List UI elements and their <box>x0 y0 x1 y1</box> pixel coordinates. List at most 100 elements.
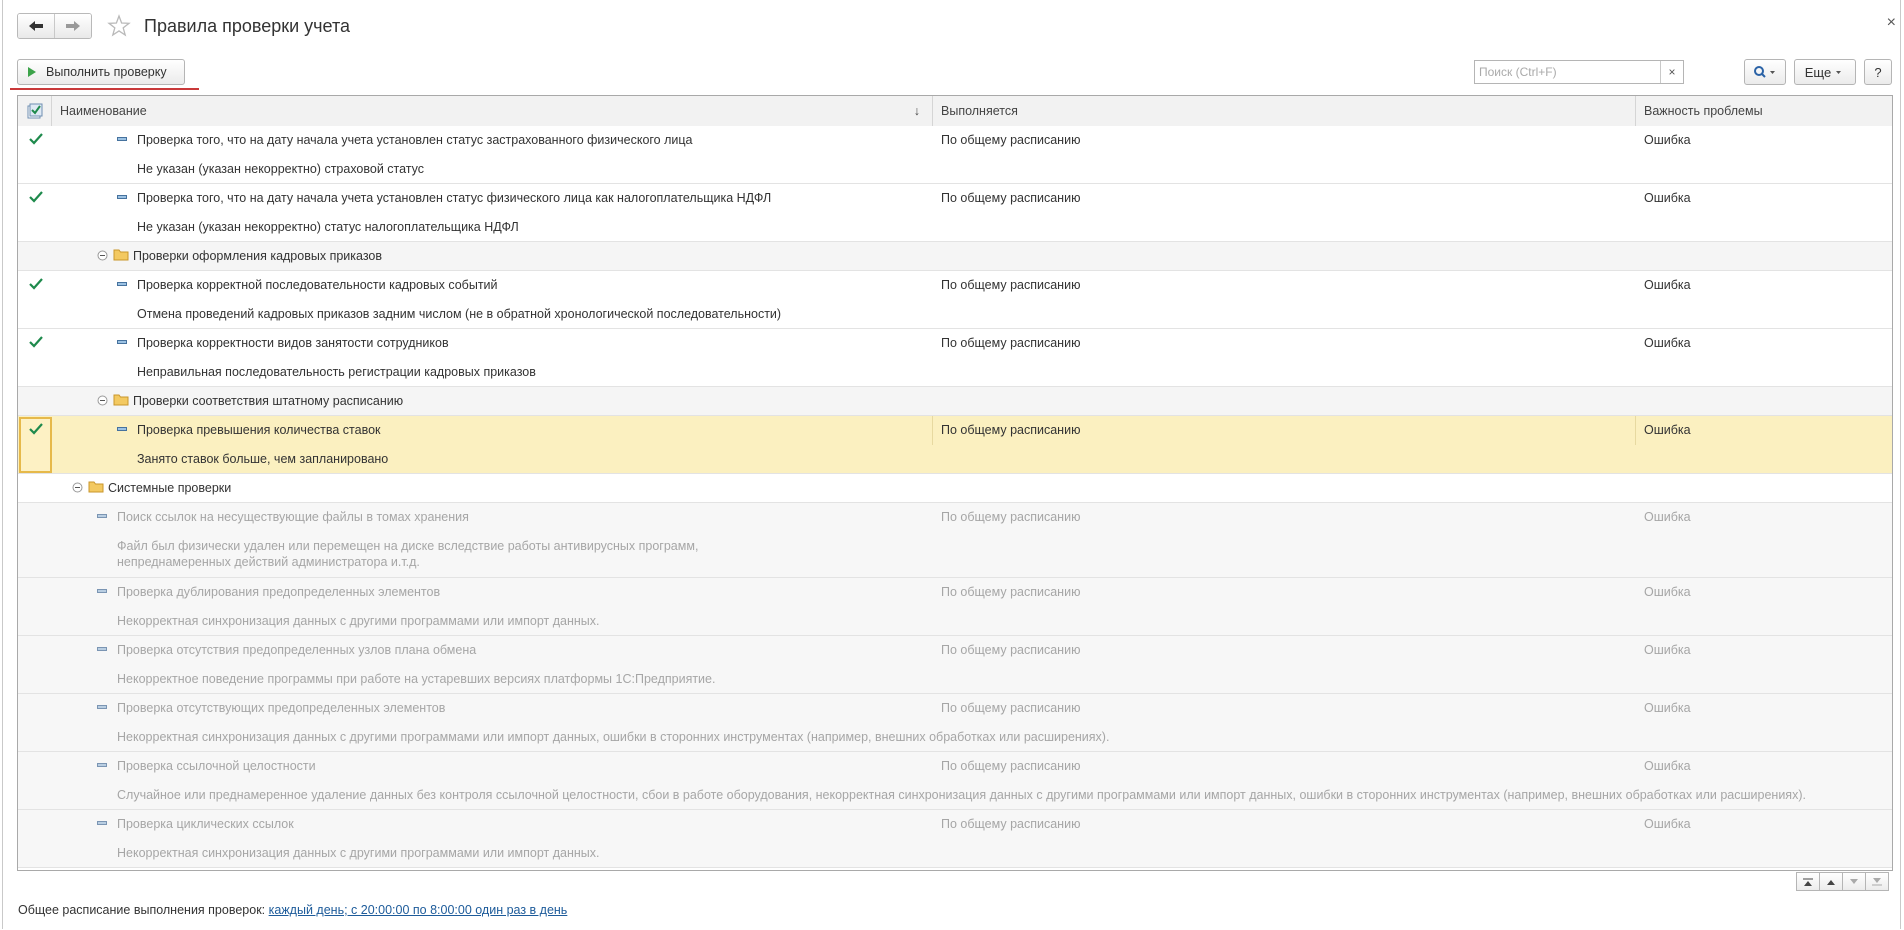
rule-description: Случайное или преднамеренное удаление да… <box>117 788 1806 802</box>
header-runs[interactable]: Выполняется <box>933 96 1636 126</box>
checkmark-icon[interactable] <box>28 277 44 294</box>
checkmark-icon[interactable] <box>28 132 44 149</box>
forward-button[interactable] <box>54 14 91 38</box>
schedule-label: Общее расписание выполнения проверок: <box>18 903 266 917</box>
checkmark-icon[interactable] <box>28 422 44 439</box>
rule-severity: Ошибка <box>1644 585 1691 599</box>
rule-icon <box>117 427 127 431</box>
rule-name: Проверка циклических ссылок <box>117 817 294 831</box>
group-row[interactable]: Проверки соответствия штатному расписани… <box>18 387 1892 416</box>
header-name[interactable]: Наименование ↓ <box>52 96 933 126</box>
column-separator <box>1635 416 1636 445</box>
double-up-icon <box>1803 878 1813 886</box>
favorite-star-icon[interactable] <box>106 13 132 39</box>
rule-row[interactable]: Проверка отсутствующих предопределенных … <box>18 694 1892 752</box>
sort-down-icon: ↓ <box>913 104 920 118</box>
rule-row[interactable]: Проверка дублирования предопределенных э… <box>18 578 1892 636</box>
collapse-icon[interactable] <box>97 250 108 264</box>
rules-table: Наименование ↓ Выполняется Важность проб… <box>17 95 1893 871</box>
rule-description: Файл был физически удален или перемещен … <box>117 539 699 553</box>
rule-description: Неправильная последовательность регистра… <box>137 365 536 379</box>
arrow-left-icon <box>29 21 43 31</box>
column-separator <box>932 416 933 445</box>
highlight-underline <box>10 88 199 90</box>
rule-row[interactable]: Проверка корректной последовательности к… <box>18 271 1892 329</box>
rule-row[interactable]: Проверка отсутствия предопределенных узл… <box>18 636 1892 694</box>
more-label: Еще <box>1804 64 1832 80</box>
rule-row[interactable]: Проверка корректности видов занятости со… <box>18 329 1892 387</box>
rule-schedule: По общему расписанию <box>941 759 1081 773</box>
run-check-button[interactable]: Выполнить проверку <box>17 59 185 85</box>
search-button[interactable] <box>1744 59 1786 85</box>
rule-name: Проверка отсутствующих предопределенных … <box>117 701 446 715</box>
rule-row[interactable]: Проверка того, что на дату начала учета … <box>18 184 1892 242</box>
folder-icon <box>88 480 104 496</box>
rule-schedule: По общему расписанию <box>941 510 1081 524</box>
rule-description: Некорректная синхронизация данных с друг… <box>117 730 1110 744</box>
folder-icon <box>113 248 129 264</box>
schedule-link[interactable]: каждый день; с 20:00:00 по 8:00:00 один … <box>269 903 568 917</box>
group-name: Проверки оформления кадровых приказов <box>133 249 383 263</box>
rule-name: Проверка отсутствия предопределенных узл… <box>117 643 477 657</box>
chevron-down-icon <box>1836 71 1842 74</box>
more-menu-button[interactable]: Еще <box>1794 59 1856 85</box>
rule-schedule: По общему расписанию <box>941 701 1081 715</box>
scroll-bottom-button[interactable] <box>1865 872 1889 891</box>
rule-name: Проверка корректной последовательности к… <box>137 278 498 292</box>
rule-name: Проверка того, что на дату начала учета … <box>137 133 693 147</box>
header-check-column[interactable] <box>18 96 52 126</box>
rule-severity: Ошибка <box>1644 759 1691 773</box>
rule-severity: Ошибка <box>1644 278 1691 292</box>
search-field[interactable]: Поиск (Ctrl+F) × <box>1474 60 1684 84</box>
rule-row[interactable]: Проверка циклических ссылок Некорректная … <box>18 810 1892 868</box>
scroll-up-button[interactable] <box>1819 872 1843 891</box>
rule-icon <box>117 340 127 344</box>
group-row[interactable]: Системные проверки <box>18 474 1892 503</box>
close-icon[interactable]: × <box>1887 14 1896 32</box>
rule-icon <box>117 137 127 141</box>
search-input[interactable]: Поиск (Ctrl+F) <box>1475 61 1660 83</box>
rule-severity: Ошибка <box>1644 336 1691 350</box>
double-down-icon <box>1872 877 1882 885</box>
scroll-top-button[interactable] <box>1796 872 1820 891</box>
rule-description: Некорректное поведение программы при раб… <box>117 672 716 686</box>
check-all-icon <box>27 103 43 119</box>
scroll-buttons <box>1796 872 1889 892</box>
checkmark-icon[interactable] <box>28 190 44 207</box>
play-icon <box>28 67 36 77</box>
back-button[interactable] <box>18 14 54 38</box>
checkmark-icon[interactable] <box>28 335 44 352</box>
group-row[interactable]: Проверки оформления кадровых приказов <box>18 242 1892 271</box>
search-icon <box>1754 66 1775 78</box>
rule-icon <box>97 821 107 825</box>
header-name-label: Наименование <box>60 104 147 118</box>
rule-row[interactable]: Проверка ссылочной целостности Случайное … <box>18 752 1892 810</box>
page-title: Правила проверки учета <box>144 15 351 36</box>
rule-name: Проверка корректности видов занятости со… <box>137 336 449 350</box>
rule-description: Некорректная синхронизация данных с друг… <box>117 614 600 628</box>
collapse-icon[interactable] <box>97 395 108 409</box>
rule-row[interactable]: Проверка превышения количества ставок Зан… <box>18 416 1892 474</box>
schedule-footer: Общее расписание выполнения проверок: ка… <box>18 903 567 917</box>
table-header: Наименование ↓ Выполняется Важность проб… <box>18 96 1892 127</box>
group-name: Проверки соответствия штатному расписани… <box>133 394 404 408</box>
header-severity[interactable]: Важность проблемы <box>1636 96 1892 126</box>
rule-severity: Ошибка <box>1644 133 1691 147</box>
rule-description: Не указан (указан некорректно) страховой… <box>137 162 425 176</box>
clear-search-icon[interactable]: × <box>1660 61 1683 83</box>
collapse-icon[interactable] <box>72 482 83 496</box>
rule-row[interactable]: Проверка того, что на дату начала учета … <box>18 126 1892 184</box>
rule-schedule: По общему расписанию <box>941 278 1081 292</box>
scroll-down-button[interactable] <box>1842 872 1866 891</box>
run-check-label: Выполнить проверку <box>46 65 167 79</box>
rule-name: Проверка дублирования предопределенных э… <box>117 585 441 599</box>
rule-icon <box>97 705 107 709</box>
help-button[interactable]: ? <box>1864 59 1892 85</box>
rule-description: Некорректная синхронизация данных с друг… <box>117 846 600 860</box>
rule-row[interactable]: Поиск ссылок на несуществующие файлы в т… <box>18 503 1892 578</box>
rule-description-cont: непреднамеренных действий администратора… <box>117 555 420 569</box>
rule-icon <box>97 763 107 767</box>
rule-name: Проверка того, что на дату начала учета … <box>137 191 772 205</box>
rule-severity: Ошибка <box>1644 191 1691 205</box>
rule-icon <box>97 589 107 593</box>
